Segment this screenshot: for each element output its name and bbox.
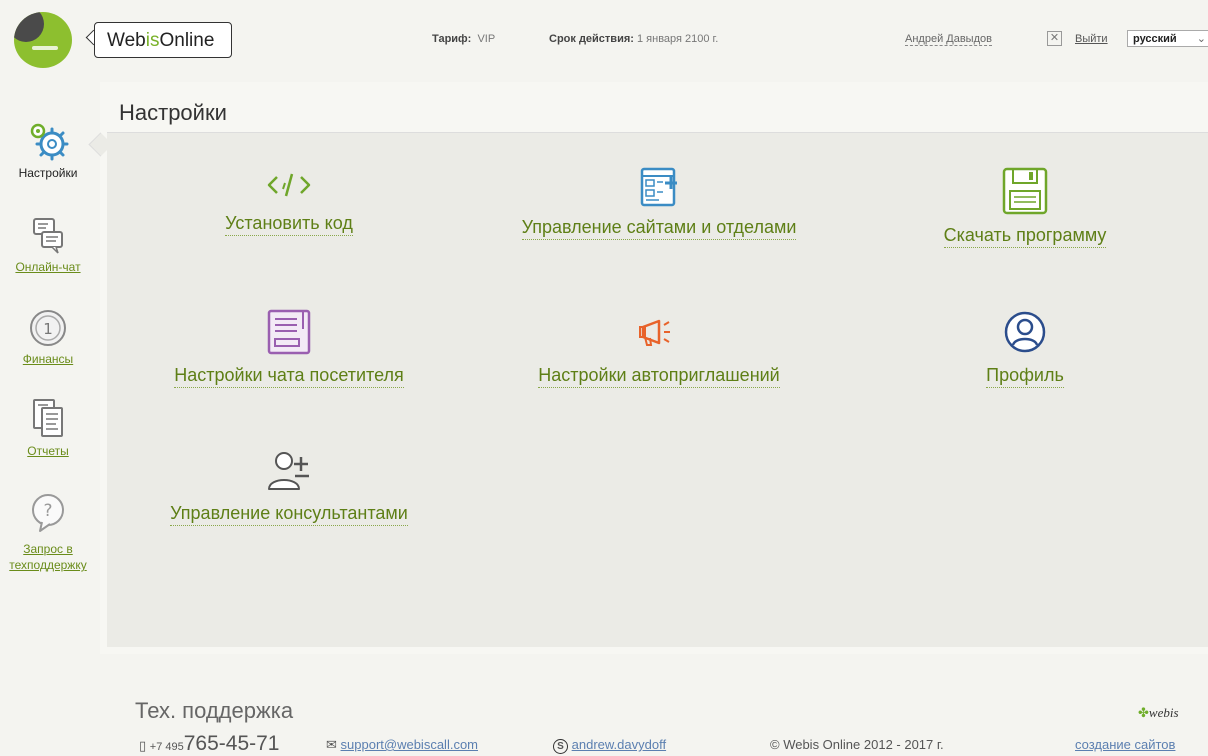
logo-text-web: Web [107, 30, 146, 51]
logo-headset-icon [14, 12, 72, 68]
tile-label: Скачать программу [943, 225, 1107, 248]
settings-grid: Установить код Управление сайтами и отде… [107, 132, 1208, 647]
tile-manage-sites[interactable]: Управление сайтами и отделами [499, 167, 819, 240]
sidebar-item-label-line2: техподдержку [9, 558, 87, 572]
chat-settings-icon [267, 309, 311, 355]
sidebar-item-label-line1: Запрос в [23, 542, 73, 556]
phone-icon: ▯ [139, 738, 147, 753]
tile-label: Управление сайтами и отделами [521, 217, 797, 240]
profile-icon [1004, 311, 1046, 353]
site-creation-link[interactable]: создание сайтов [1075, 737, 1175, 752]
language-select[interactable]: русский ⌄ [1127, 30, 1208, 47]
language-value: русский [1133, 33, 1177, 45]
webis-group-logo[interactable]: ✤webis [1138, 705, 1179, 721]
logo-speech-box: WebisOnline [94, 22, 232, 58]
support-email[interactable]: ✉ support@webiscall.com [326, 737, 478, 753]
tile-auto-invite-settings[interactable]: Настройки автоприглашений [499, 309, 819, 388]
sidebar-item-label: Онлайн-чат [15, 260, 81, 274]
svg-text:1: 1 [43, 320, 53, 338]
skype-link[interactable]: andrew.davydoff [572, 737, 666, 752]
tile-manage-consultants[interactable]: Управление консультантами [129, 447, 449, 526]
tile-label: Установить код [225, 213, 353, 236]
chevron-down-icon: ⌄ [1196, 33, 1206, 45]
tile-download-program[interactable]: Скачать программу [865, 167, 1185, 248]
tile-label: Настройки автоприглашений [538, 365, 780, 388]
support-skype[interactable]: S andrew.davydoff [553, 737, 666, 754]
envelope-icon: ✉ [326, 737, 337, 752]
sidebar-item-finance[interactable]: 1 Финансы [0, 308, 96, 366]
tile-install-code[interactable]: Установить код [129, 167, 449, 236]
settings-panel: Настройки Установить код Управление сайт… [100, 82, 1208, 654]
validity-value: 1 января 2100 г. [636, 33, 719, 45]
user-name-link[interactable]: Андрей Давыдов [905, 33, 992, 46]
support-title: Тех. поддержка [135, 698, 294, 723]
logo-text: WebisOnline [107, 30, 214, 52]
logo-text-is: is [145, 30, 160, 51]
sites-icon [640, 167, 677, 207]
sidebar-item-reports[interactable]: Отчеты [0, 398, 96, 458]
add-user-icon [268, 452, 309, 490]
sidebar-item-support-request[interactable]: ? Запрос в техподдержку [0, 492, 96, 572]
support-phone: ▯ +7 495765-45-71 [139, 732, 279, 756]
sidebar-item-online-chat[interactable]: Онлайн-чат [0, 216, 96, 274]
validity-info: Срок действия: 1 января 2100 г. [549, 33, 718, 45]
sidebar-item-settings[interactable]: Настройки [0, 118, 96, 180]
chat-icon [33, 218, 63, 254]
tile-label: Управление консультантами [170, 503, 408, 526]
coin-icon: 1 [30, 310, 66, 346]
copyright: © Webis Online 2012 - 2017 г. [770, 737, 944, 752]
report-icon [33, 399, 63, 437]
validity-label: Срок действия: [549, 33, 634, 45]
close-icon[interactable]: ✕ [1047, 31, 1062, 46]
skype-icon: S [553, 739, 568, 754]
tariff-value: VIP [477, 33, 496, 45]
svg-text:?: ? [43, 501, 52, 521]
code-icon [267, 173, 311, 197]
gear-icon [30, 123, 69, 161]
sidebar-item-label: Настройки [18, 166, 78, 180]
sidebar-item-label: Отчеты [27, 444, 69, 458]
logo[interactable]: WebisOnline [10, 10, 235, 68]
tile-label: Настройки чата посетителя [174, 365, 404, 388]
support-email-link[interactable]: support@webiscall.com [341, 737, 478, 752]
megaphone-icon [639, 319, 670, 346]
webis-group-logo-text: webis [1148, 705, 1179, 720]
question-icon: ? [32, 494, 64, 532]
page-title: Настройки [119, 100, 227, 125]
tariff-info: Тариф: VIP [432, 33, 495, 45]
tile-profile[interactable]: Профиль [865, 309, 1185, 388]
tile-label: Профиль [986, 365, 1064, 388]
clover-icon: ✤ [1138, 705, 1149, 720]
tariff-label: Тариф: [432, 33, 472, 45]
phone-prefix: +7 495 [149, 741, 184, 753]
tile-visitor-chat-settings[interactable]: Настройки чата посетителя [129, 309, 449, 388]
logout-link[interactable]: Выйти [1075, 33, 1108, 45]
floppy-icon [1002, 167, 1048, 215]
sidebar-item-label: Финансы [22, 352, 74, 366]
phone-number: 765-45-71 [183, 732, 280, 755]
logo-text-online: Online [159, 30, 215, 51]
